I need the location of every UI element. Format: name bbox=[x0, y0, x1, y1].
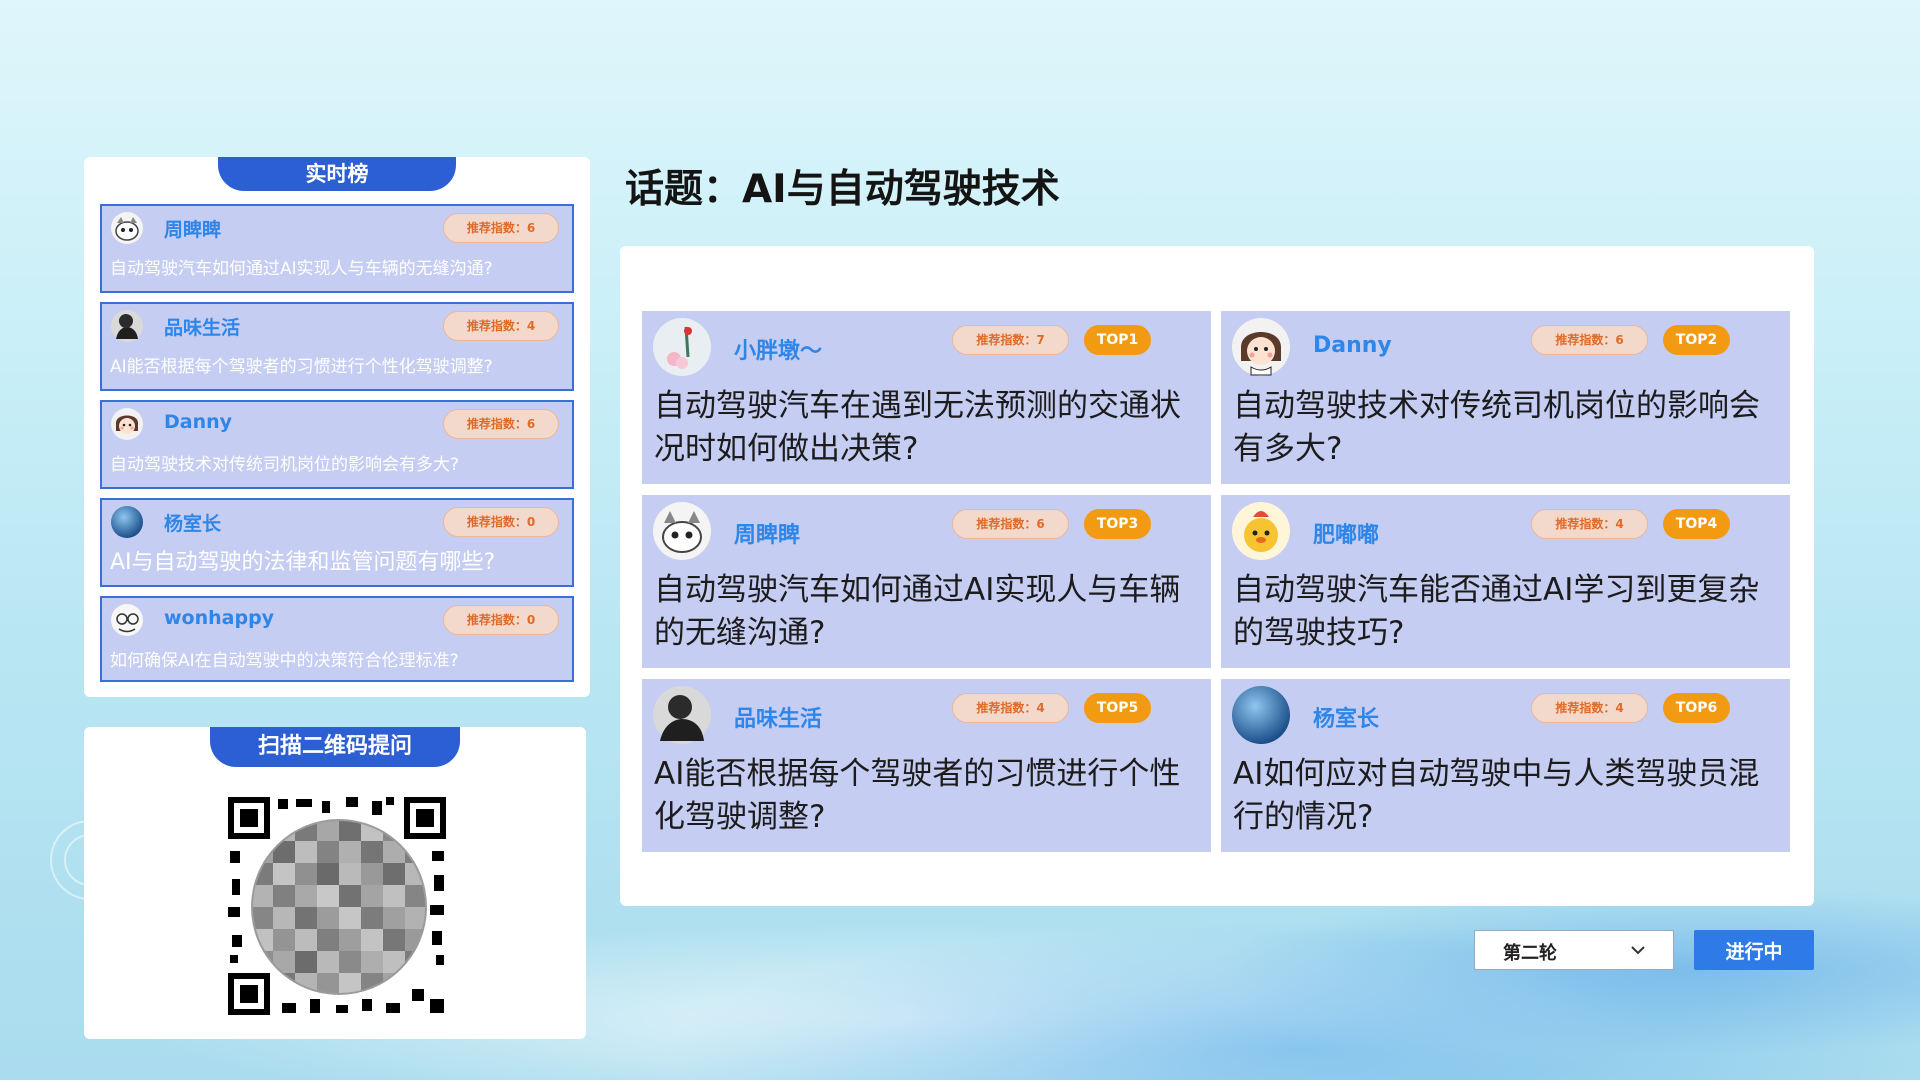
ranking-question: AI能否根据每个驾驶者的习惯进行个性化驾驶调整? bbox=[110, 357, 493, 377]
recommend-score-badge: 推荐指数：4 bbox=[952, 693, 1069, 723]
ranking-username: Danny bbox=[164, 411, 233, 433]
dark-portrait-avatar bbox=[111, 310, 143, 342]
recommend-score-badge: 推荐指数：4 bbox=[1531, 509, 1648, 539]
card-question: 自动驾驶汽车在遇到无法预测的交通状况时如何做出决策? bbox=[654, 388, 1181, 467]
rank-badge: TOP5 bbox=[1084, 693, 1151, 723]
pink-flower-avatar bbox=[653, 318, 711, 376]
recommend-score-badge: 推荐指数：0 bbox=[443, 507, 559, 537]
sketch-avatar bbox=[111, 604, 143, 636]
ranking-list: 周睥睥 推荐指数：6 自动驾驶汽车如何通过AI实现人与车辆的无缝沟通? 品味生活… bbox=[100, 204, 574, 691]
recommend-score-badge: 推荐指数：7 bbox=[952, 325, 1069, 355]
question-board: 小胖墩～ 推荐指数：7 TOP1 自动驾驶汽车在遇到无法预测的交通状况时如何做出… bbox=[620, 246, 1814, 906]
cartoon-girl-avatar bbox=[1232, 318, 1290, 376]
ranking-username: wonhappy bbox=[164, 607, 275, 629]
ranking-item[interactable]: 品味生活 推荐指数：4 AI能否根据每个驾驶者的习惯进行个性化驾驶调整? bbox=[100, 302, 574, 391]
recommend-score-badge: 推荐指数：4 bbox=[1531, 693, 1648, 723]
topic-title: 话题：AI与自动驾驶技术 bbox=[625, 167, 1060, 212]
blue-planet-avatar bbox=[111, 506, 143, 538]
in-progress-button[interactable]: 进行中 bbox=[1694, 930, 1814, 970]
recommend-score-badge: 推荐指数：6 bbox=[952, 509, 1069, 539]
recommend-score-badge: 推荐指数：0 bbox=[443, 605, 559, 635]
chevron-down-icon bbox=[1631, 946, 1645, 955]
card-question: AI如何应对自动驾驶中与人类驾驶员混行的情况? bbox=[1233, 756, 1760, 835]
card-username: 杨室长 bbox=[1313, 707, 1380, 732]
recommend-score-badge: 推荐指数：4 bbox=[443, 311, 559, 341]
card-username: 肥嘟嘟 bbox=[1313, 523, 1380, 548]
qr-code-image[interactable] bbox=[226, 795, 448, 1017]
rank-badge: TOP6 bbox=[1663, 693, 1730, 723]
yellow-duck-avatar bbox=[1232, 502, 1290, 560]
ranking-question: 如何确保AI在自动驾驶中的决策符合伦理标准? bbox=[110, 651, 459, 671]
rank-badge: TOP3 bbox=[1084, 509, 1151, 539]
round-select-value: 第二轮 bbox=[1503, 943, 1557, 964]
card-username: 品味生活 bbox=[734, 707, 823, 732]
question-card[interactable]: 品味生活 推荐指数：4 TOP5 AI能否根据每个驾驶者的习惯进行个性化驾驶调整… bbox=[642, 679, 1211, 852]
question-card[interactable]: 周睥睥 推荐指数：6 TOP3 自动驾驶汽车如何通过AI实现人与车辆的无缝沟通? bbox=[642, 495, 1211, 668]
rank-badge: TOP1 bbox=[1084, 325, 1151, 355]
recommend-score-badge: 推荐指数：6 bbox=[443, 213, 559, 243]
ranking-item[interactable]: wonhappy 推荐指数：0 如何确保AI在自动驾驶中的决策符合伦理标准? bbox=[100, 596, 574, 682]
ranking-question: AI与自动驾驶的法律和监管问题有哪些? bbox=[110, 550, 496, 575]
recommend-score-badge: 推荐指数：6 bbox=[1531, 325, 1648, 355]
realtime-ranking-panel: 实时榜 周睥睥 推荐指数：6 自动驾驶汽车如何通过AI实现人与车辆的无缝沟通? … bbox=[84, 157, 590, 697]
question-card[interactable]: Danny 推荐指数：6 TOP2 自动驾驶技术对传统司机岗位的影响会有多大? bbox=[1221, 311, 1790, 484]
dark-portrait-avatar bbox=[653, 686, 711, 744]
rank-badge: TOP2 bbox=[1663, 325, 1730, 355]
card-username: Danny bbox=[1313, 333, 1392, 358]
round-select[interactable]: 第二轮 bbox=[1474, 930, 1674, 970]
ranking-item[interactable]: 杨室长 推荐指数：0 AI与自动驾驶的法律和监管问题有哪些? bbox=[100, 498, 574, 587]
ranking-username: 品味生活 bbox=[164, 317, 241, 339]
ranking-item[interactable]: Danny 推荐指数：6 自动驾驶技术对传统司机岗位的影响会有多大? bbox=[100, 400, 574, 489]
question-card[interactable]: 肥嘟嘟 推荐指数：4 TOP4 自动驾驶汽车能否通过AI学习到更复杂的驾驶技巧? bbox=[1221, 495, 1790, 668]
cartoon-girl-avatar bbox=[111, 408, 143, 440]
question-card[interactable]: 杨室长 推荐指数：4 TOP6 AI如何应对自动驾驶中与人类驾驶员混行的情况? bbox=[1221, 679, 1790, 852]
rank-badge: TOP4 bbox=[1663, 509, 1730, 539]
question-card[interactable]: 小胖墩～ 推荐指数：7 TOP1 自动驾驶汽车在遇到无法预测的交通状况时如何做出… bbox=[642, 311, 1211, 484]
recommend-score-badge: 推荐指数：6 bbox=[443, 409, 559, 439]
card-username: 小胖墩～ bbox=[734, 339, 823, 364]
ranking-question: 自动驾驶技术对传统司机岗位的影响会有多大? bbox=[110, 455, 460, 475]
blue-planet-avatar bbox=[1232, 686, 1290, 744]
ranking-panel-title: 实时榜 bbox=[218, 157, 456, 191]
cartoon-cat-avatar bbox=[111, 212, 143, 244]
qr-panel-title: 扫描二维码提问 bbox=[210, 727, 460, 767]
cartoon-cat-avatar bbox=[653, 502, 711, 560]
card-username: 周睥睥 bbox=[734, 523, 801, 548]
ranking-username: 周睥睥 bbox=[164, 219, 222, 241]
card-question: 自动驾驶汽车能否通过AI学习到更复杂的驾驶技巧? bbox=[1233, 572, 1760, 651]
ranking-username: 杨室长 bbox=[164, 513, 222, 535]
ranking-item[interactable]: 周睥睥 推荐指数：6 自动驾驶汽车如何通过AI实现人与车辆的无缝沟通? bbox=[100, 204, 574, 293]
card-question: AI能否根据每个驾驶者的习惯进行个性化驾驶调整? bbox=[654, 756, 1181, 835]
card-question: 自动驾驶汽车如何通过AI实现人与车辆的无缝沟通? bbox=[654, 572, 1181, 651]
card-question: 自动驾驶技术对传统司机岗位的影响会有多大? bbox=[1233, 388, 1760, 467]
ranking-question: 自动驾驶汽车如何通过AI实现人与车辆的无缝沟通? bbox=[110, 259, 493, 279]
qr-code-panel: 扫描二维码提问 bbox=[84, 727, 586, 1039]
